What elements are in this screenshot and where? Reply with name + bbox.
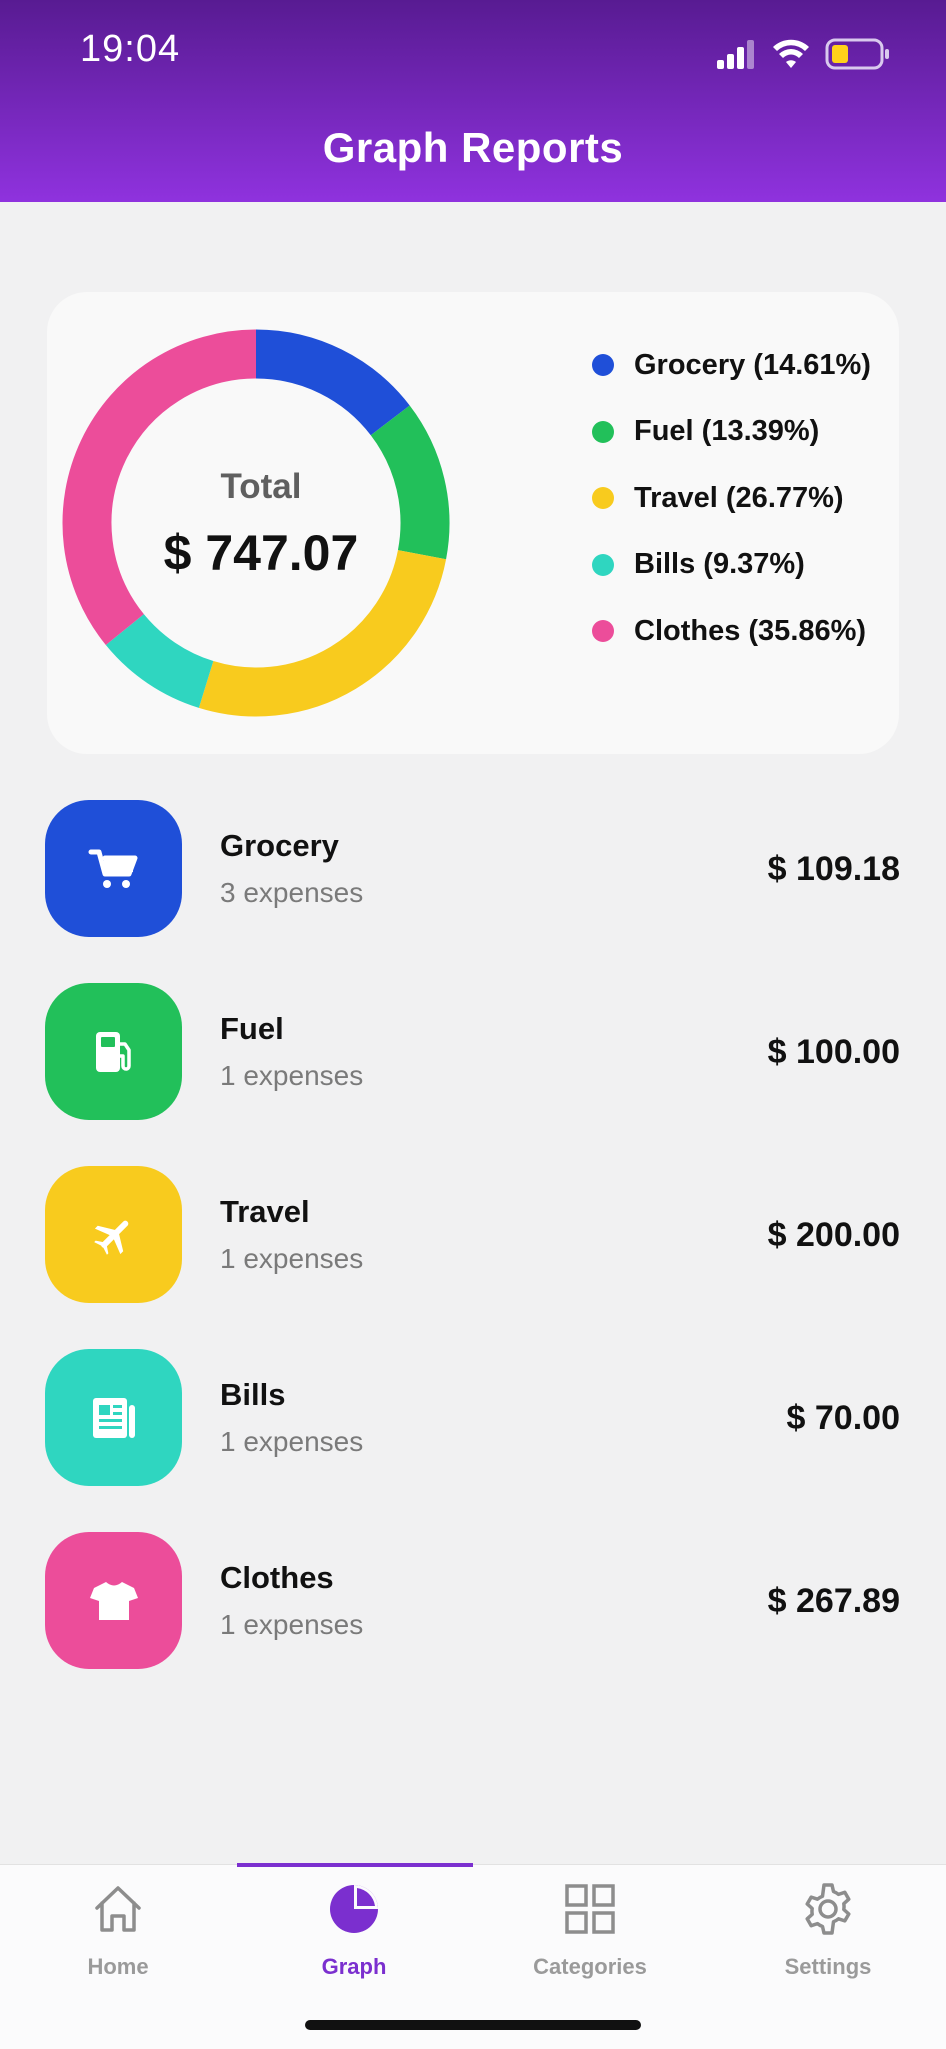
expense-count: 1 expenses xyxy=(220,1243,364,1274)
donut-slice-grocery xyxy=(255,329,410,436)
category-tile xyxy=(45,1349,182,1486)
chart-legend: Grocery (14.61%) Fuel (13.39%) Travel (2… xyxy=(592,332,871,665)
tab-home[interactable]: Home xyxy=(0,1880,236,1980)
battery-icon xyxy=(825,38,889,70)
expense-count: 1 expenses xyxy=(220,1426,364,1457)
cart-icon xyxy=(88,849,137,888)
list-item-fuel[interactable]: Fuel 1 expenses $ 100.00 xyxy=(45,981,900,1164)
list-item-bills[interactable]: Bills 1 expenses $ 70.00 xyxy=(45,1347,900,1530)
category-name: Clothes xyxy=(220,1560,334,1595)
tab-graph[interactable]: Graph xyxy=(236,1880,472,1980)
category-amount: $ 100.00 xyxy=(767,1033,900,1071)
total-value: $ 747.07 xyxy=(163,525,359,581)
fuel-pump-icon xyxy=(95,1031,131,1072)
legend-label: Travel (26.77%) xyxy=(634,481,844,514)
legend-item: Clothes (35.86%) xyxy=(592,598,871,665)
category-amount: $ 267.89 xyxy=(767,1582,900,1620)
gear-icon xyxy=(805,1883,851,1935)
category-amount: $ 109.18 xyxy=(767,850,900,888)
category-tile xyxy=(45,1532,182,1669)
legend-item: Fuel (13.39%) xyxy=(592,399,871,466)
airplane-icon xyxy=(93,1220,128,1255)
receipt-icon xyxy=(92,1397,135,1438)
home-indicator xyxy=(305,2020,641,2030)
category-tile xyxy=(45,800,182,937)
signal-icon xyxy=(717,40,754,69)
legend-item: Bills (9.37%) xyxy=(592,532,871,599)
legend-dot xyxy=(592,420,614,443)
active-tab-indicator xyxy=(237,1863,473,1867)
list-item-travel[interactable]: Travel 1 expenses $ 200.00 xyxy=(45,1164,900,1347)
donut-slice-bills xyxy=(105,613,214,708)
legend-label: Grocery (14.61%) xyxy=(634,348,871,381)
summary-card: Total $ 747.07 Grocery (14.61%) Fuel (13… xyxy=(47,292,899,754)
category-name: Grocery xyxy=(220,828,339,863)
tab-settings[interactable]: Settings xyxy=(710,1880,946,1980)
legend-label: Fuel (13.39%) xyxy=(634,415,820,448)
grid-icon xyxy=(565,1884,615,1934)
category-name: Fuel xyxy=(220,1011,284,1046)
tab-label: Graph xyxy=(321,1954,387,1979)
expense-count: 3 expenses xyxy=(220,877,364,908)
legend-dot xyxy=(592,354,614,377)
category-tile xyxy=(45,983,182,1120)
home-icon xyxy=(95,1886,141,1932)
tab-label: Settings xyxy=(784,1954,872,1979)
legend-item: Grocery (14.61%) xyxy=(592,332,871,399)
donut-svg xyxy=(62,329,450,717)
status-icons xyxy=(717,38,889,70)
tab-label: Home xyxy=(87,1954,149,1979)
legend-dot xyxy=(592,553,614,576)
list-item-grocery[interactable]: Grocery 3 expenses $ 109.18 xyxy=(45,798,900,981)
app-header: 19:04 Graph Reports xyxy=(0,0,946,202)
category-name: Bills xyxy=(220,1377,286,1412)
category-amount: $ 70.00 xyxy=(786,1399,900,1437)
tab-label: Categories xyxy=(533,1954,647,1979)
legend-label: Clothes (35.86%) xyxy=(634,614,867,647)
page-title: Graph Reports xyxy=(322,124,624,171)
category-list: Grocery 3 expenses $ 109.18 Fuel 1 expen… xyxy=(45,798,900,1713)
legend-item: Travel (26.77%) xyxy=(592,465,871,532)
legend-dot xyxy=(592,620,614,643)
legend-label: Bills (9.37%) xyxy=(634,548,805,581)
legend-dot xyxy=(592,487,614,510)
category-name: Travel xyxy=(220,1194,310,1229)
wifi-icon xyxy=(773,39,809,68)
category-amount: $ 200.00 xyxy=(767,1216,900,1254)
list-item-clothes[interactable]: Clothes 1 expenses $ 267.89 xyxy=(45,1530,900,1713)
category-tile xyxy=(45,1166,182,1303)
donut-chart: Total $ 747.07 xyxy=(61,292,461,754)
total-label: Total xyxy=(220,467,302,506)
expense-count: 1 expenses xyxy=(220,1060,364,1091)
tab-categories[interactable]: Categories xyxy=(472,1880,708,1980)
tshirt-icon xyxy=(89,1581,138,1620)
pie-chart-icon xyxy=(330,1885,378,1933)
expense-count: 1 expenses xyxy=(220,1609,364,1640)
status-time: 19:04 xyxy=(80,28,181,70)
